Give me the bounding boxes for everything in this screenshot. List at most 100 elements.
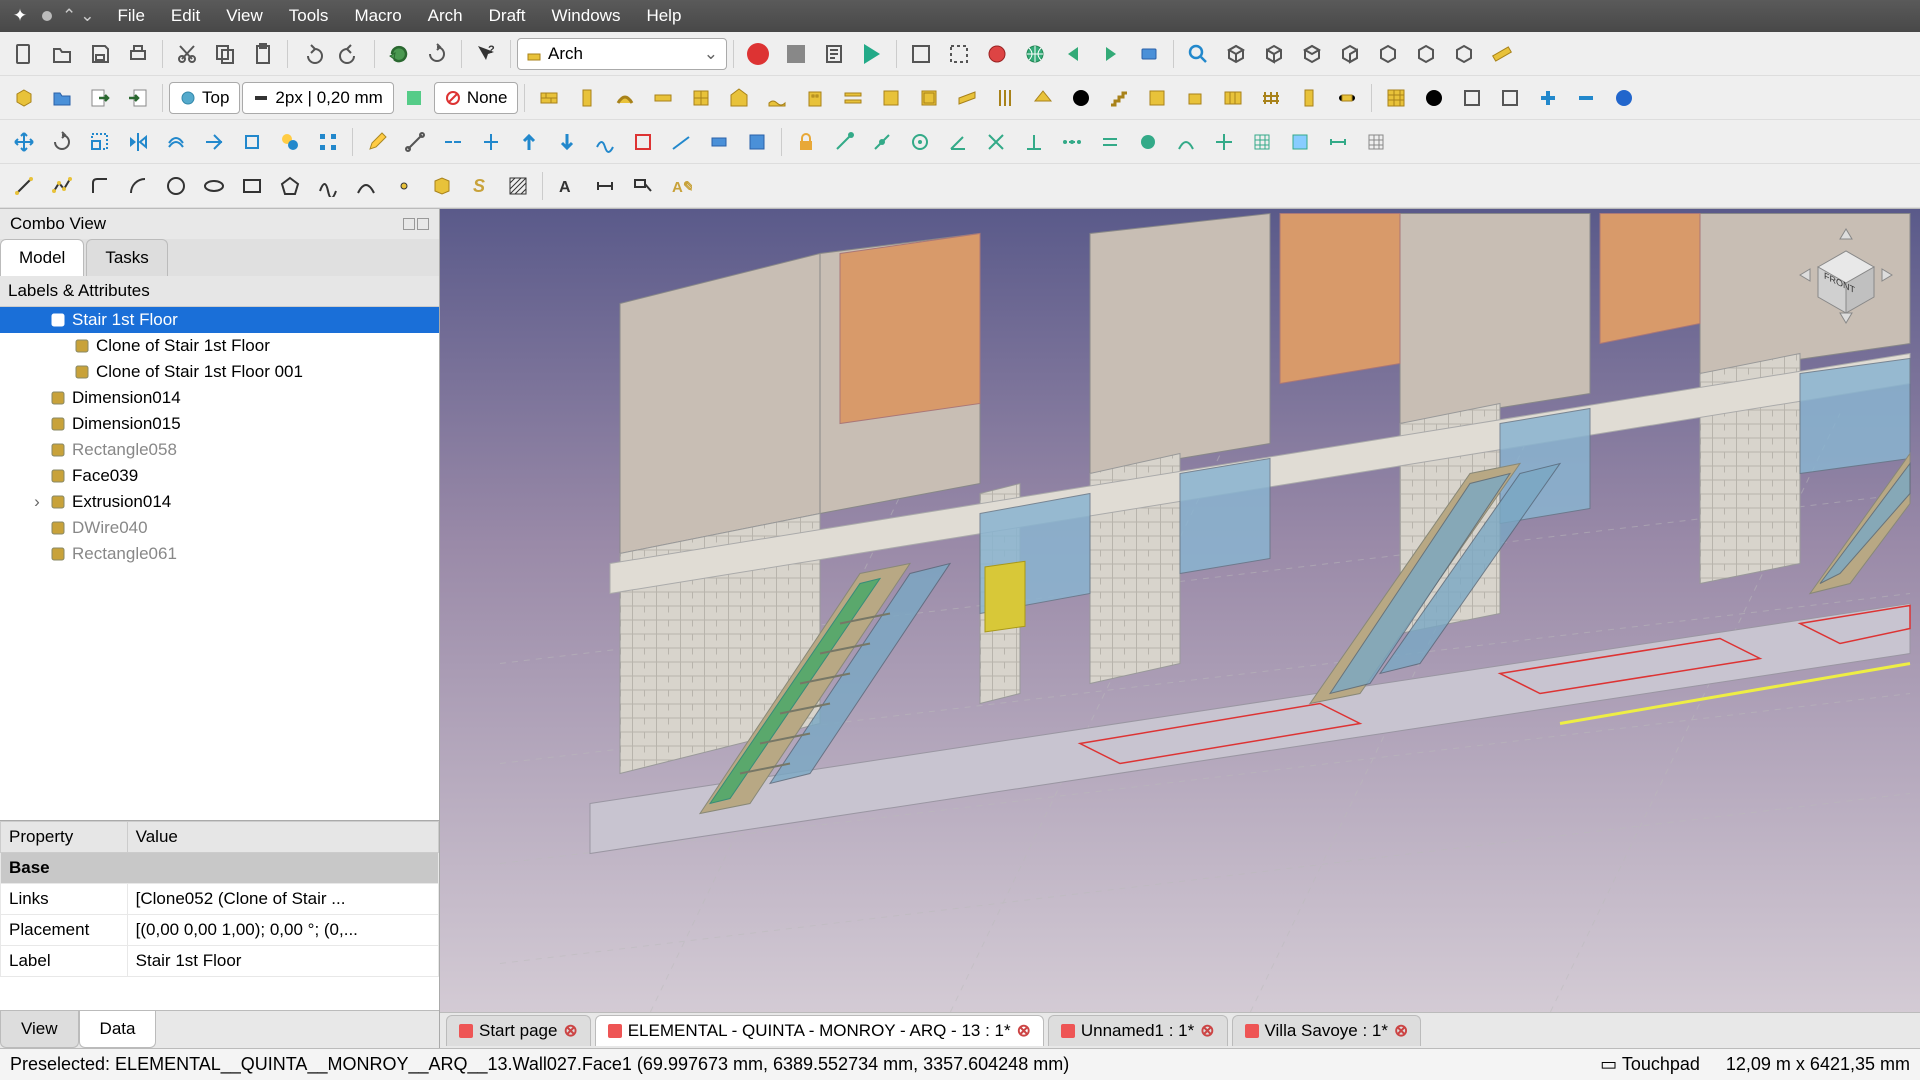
prop-value[interactable]: Stair 1st Floor xyxy=(127,946,438,977)
nav-forward-button[interactable] xyxy=(1093,36,1129,72)
schedule-button[interactable] xyxy=(1378,80,1414,116)
tab-model[interactable]: Model xyxy=(0,239,84,276)
dropdown-caret-icon[interactable]: ⌄ xyxy=(80,6,94,26)
print-button[interactable] xyxy=(120,36,156,72)
open-file-button[interactable] xyxy=(44,36,80,72)
paste-button[interactable] xyxy=(245,36,281,72)
snap-perpendicular-button[interactable] xyxy=(1016,124,1052,160)
snap-ortho-button[interactable] xyxy=(1206,124,1242,160)
macro-stop-button[interactable] xyxy=(778,36,814,72)
pipe-button[interactable] xyxy=(1329,80,1365,116)
structure-button[interactable] xyxy=(569,80,605,116)
snap-intersection-button[interactable] xyxy=(978,124,1014,160)
tree-node[interactable]: Dimension015 xyxy=(0,411,439,437)
part-button[interactable] xyxy=(6,80,42,116)
rotate-button[interactable] xyxy=(44,124,80,160)
tree-node[interactable]: Stair 1st Floor xyxy=(0,307,439,333)
macro-list-button[interactable] xyxy=(816,36,852,72)
line-style-button[interactable]: 2px | 0,20 mm xyxy=(242,82,393,114)
tree-node[interactable]: Clone of Stair 1st Floor 001 xyxy=(0,359,439,385)
snap-extension-button[interactable] xyxy=(1054,124,1090,160)
axis-button[interactable] xyxy=(987,80,1023,116)
tree-node[interactable]: Face039 xyxy=(0,463,439,489)
view-left-button[interactable] xyxy=(1446,36,1482,72)
draw-style-button[interactable] xyxy=(979,36,1015,72)
dimension-button[interactable] xyxy=(587,168,623,204)
line-button[interactable] xyxy=(6,168,42,204)
new-file-button[interactable] xyxy=(6,36,42,72)
wire-button[interactable] xyxy=(44,168,80,204)
refresh-button[interactable] xyxy=(381,36,417,72)
remove-component-button[interactable] xyxy=(1492,80,1528,116)
view-right-button[interactable] xyxy=(1332,36,1368,72)
shape2d-button[interactable] xyxy=(739,124,775,160)
expander-icon[interactable]: › xyxy=(30,492,44,512)
tree-node[interactable]: Rectangle061 xyxy=(0,541,439,567)
subtract-button[interactable] xyxy=(1568,80,1604,116)
snap-special-button[interactable] xyxy=(1130,124,1166,160)
arc-button[interactable] xyxy=(120,168,156,204)
view-globe-button[interactable] xyxy=(1017,36,1053,72)
upgrade-button[interactable] xyxy=(511,124,547,160)
point-button[interactable] xyxy=(386,168,422,204)
view-front-button[interactable] xyxy=(1256,36,1292,72)
prop-value[interactable]: [(0,00 0,00 1,00); 0,00 °; (0,... xyxy=(127,915,438,946)
space-button[interactable] xyxy=(1063,80,1099,116)
floor-button[interactable] xyxy=(645,80,681,116)
whats-this-button[interactable]: ? xyxy=(468,36,504,72)
slope-button[interactable] xyxy=(663,124,699,160)
subelement-button[interactable] xyxy=(397,124,433,160)
import-button[interactable] xyxy=(120,80,156,116)
zoom-button[interactable] xyxy=(1180,36,1216,72)
menu-windows[interactable]: Windows xyxy=(540,2,631,30)
view-rear-button[interactable] xyxy=(1370,36,1406,72)
tab-view[interactable]: View xyxy=(0,1011,79,1048)
copy-button[interactable] xyxy=(207,36,243,72)
material-button[interactable] xyxy=(1291,80,1327,116)
document-tab[interactable]: Villa Savoye : 1*⊗ xyxy=(1232,1015,1422,1046)
facebinder-button[interactable] xyxy=(424,168,460,204)
toggle-grid-button[interactable] xyxy=(1358,124,1394,160)
menu-macro[interactable]: Macro xyxy=(343,2,412,30)
rebar-button[interactable] xyxy=(607,80,643,116)
panel-float-icon[interactable] xyxy=(403,218,415,230)
snap-lock-button[interactable] xyxy=(788,124,824,160)
document-tab[interactable]: Unnamed1 : 1*⊗ xyxy=(1048,1015,1228,1046)
scale-button[interactable] xyxy=(82,124,118,160)
project-button[interactable] xyxy=(721,80,757,116)
document-tab[interactable]: ELEMENTAL - QUINTA - MONROY - ARQ - 13 :… xyxy=(595,1015,1044,1046)
prop-value[interactable]: [Clone052 (Clone of Stair ... xyxy=(127,884,438,915)
join-button[interactable] xyxy=(435,124,471,160)
add-button[interactable] xyxy=(1530,80,1566,116)
menu-file[interactable]: File xyxy=(107,2,156,30)
snap-center-button[interactable] xyxy=(902,124,938,160)
frame-button[interactable] xyxy=(1215,80,1251,116)
menu-edit[interactable]: Edit xyxy=(160,2,211,30)
section-plane-button[interactable] xyxy=(949,80,985,116)
close-icon[interactable]: ⊗ xyxy=(563,1021,577,1041)
move-button[interactable] xyxy=(6,124,42,160)
menu-draft[interactable]: Draft xyxy=(478,2,537,30)
property-grid[interactable]: PropertyValue Base Links[Clone052 (Clone… xyxy=(0,820,439,1010)
flip-dim-button[interactable] xyxy=(701,124,737,160)
tree-node[interactable]: Clone of Stair 1st Floor xyxy=(0,333,439,359)
export-button[interactable] xyxy=(82,80,118,116)
tree-node[interactable]: Rectangle058 xyxy=(0,437,439,463)
redo-button[interactable] xyxy=(332,36,368,72)
measure-button[interactable] xyxy=(1484,36,1520,72)
ellipse-button[interactable] xyxy=(196,168,232,204)
shapestring-button[interactable]: S xyxy=(462,168,498,204)
mirror-button[interactable] xyxy=(120,124,156,160)
trimex-button[interactable] xyxy=(196,124,232,160)
workbench-selector[interactable]: Arch ⌄ xyxy=(517,38,727,70)
tab-data[interactable]: Data xyxy=(79,1011,157,1048)
macro-play-button[interactable] xyxy=(854,36,890,72)
close-icon[interactable]: ⊗ xyxy=(1200,1021,1214,1041)
annotation-style-button[interactable]: A✎ xyxy=(663,168,699,204)
view-bottom-button[interactable] xyxy=(1408,36,1444,72)
tree-view[interactable]: Labels & Attributes Stair 1st FloorClone… xyxy=(0,276,439,820)
close-icon[interactable]: ⊗ xyxy=(1017,1021,1031,1041)
snap-parallel-button[interactable] xyxy=(1092,124,1128,160)
close-icon[interactable]: ⊗ xyxy=(1394,1021,1408,1041)
nav-back-button[interactable] xyxy=(1055,36,1091,72)
